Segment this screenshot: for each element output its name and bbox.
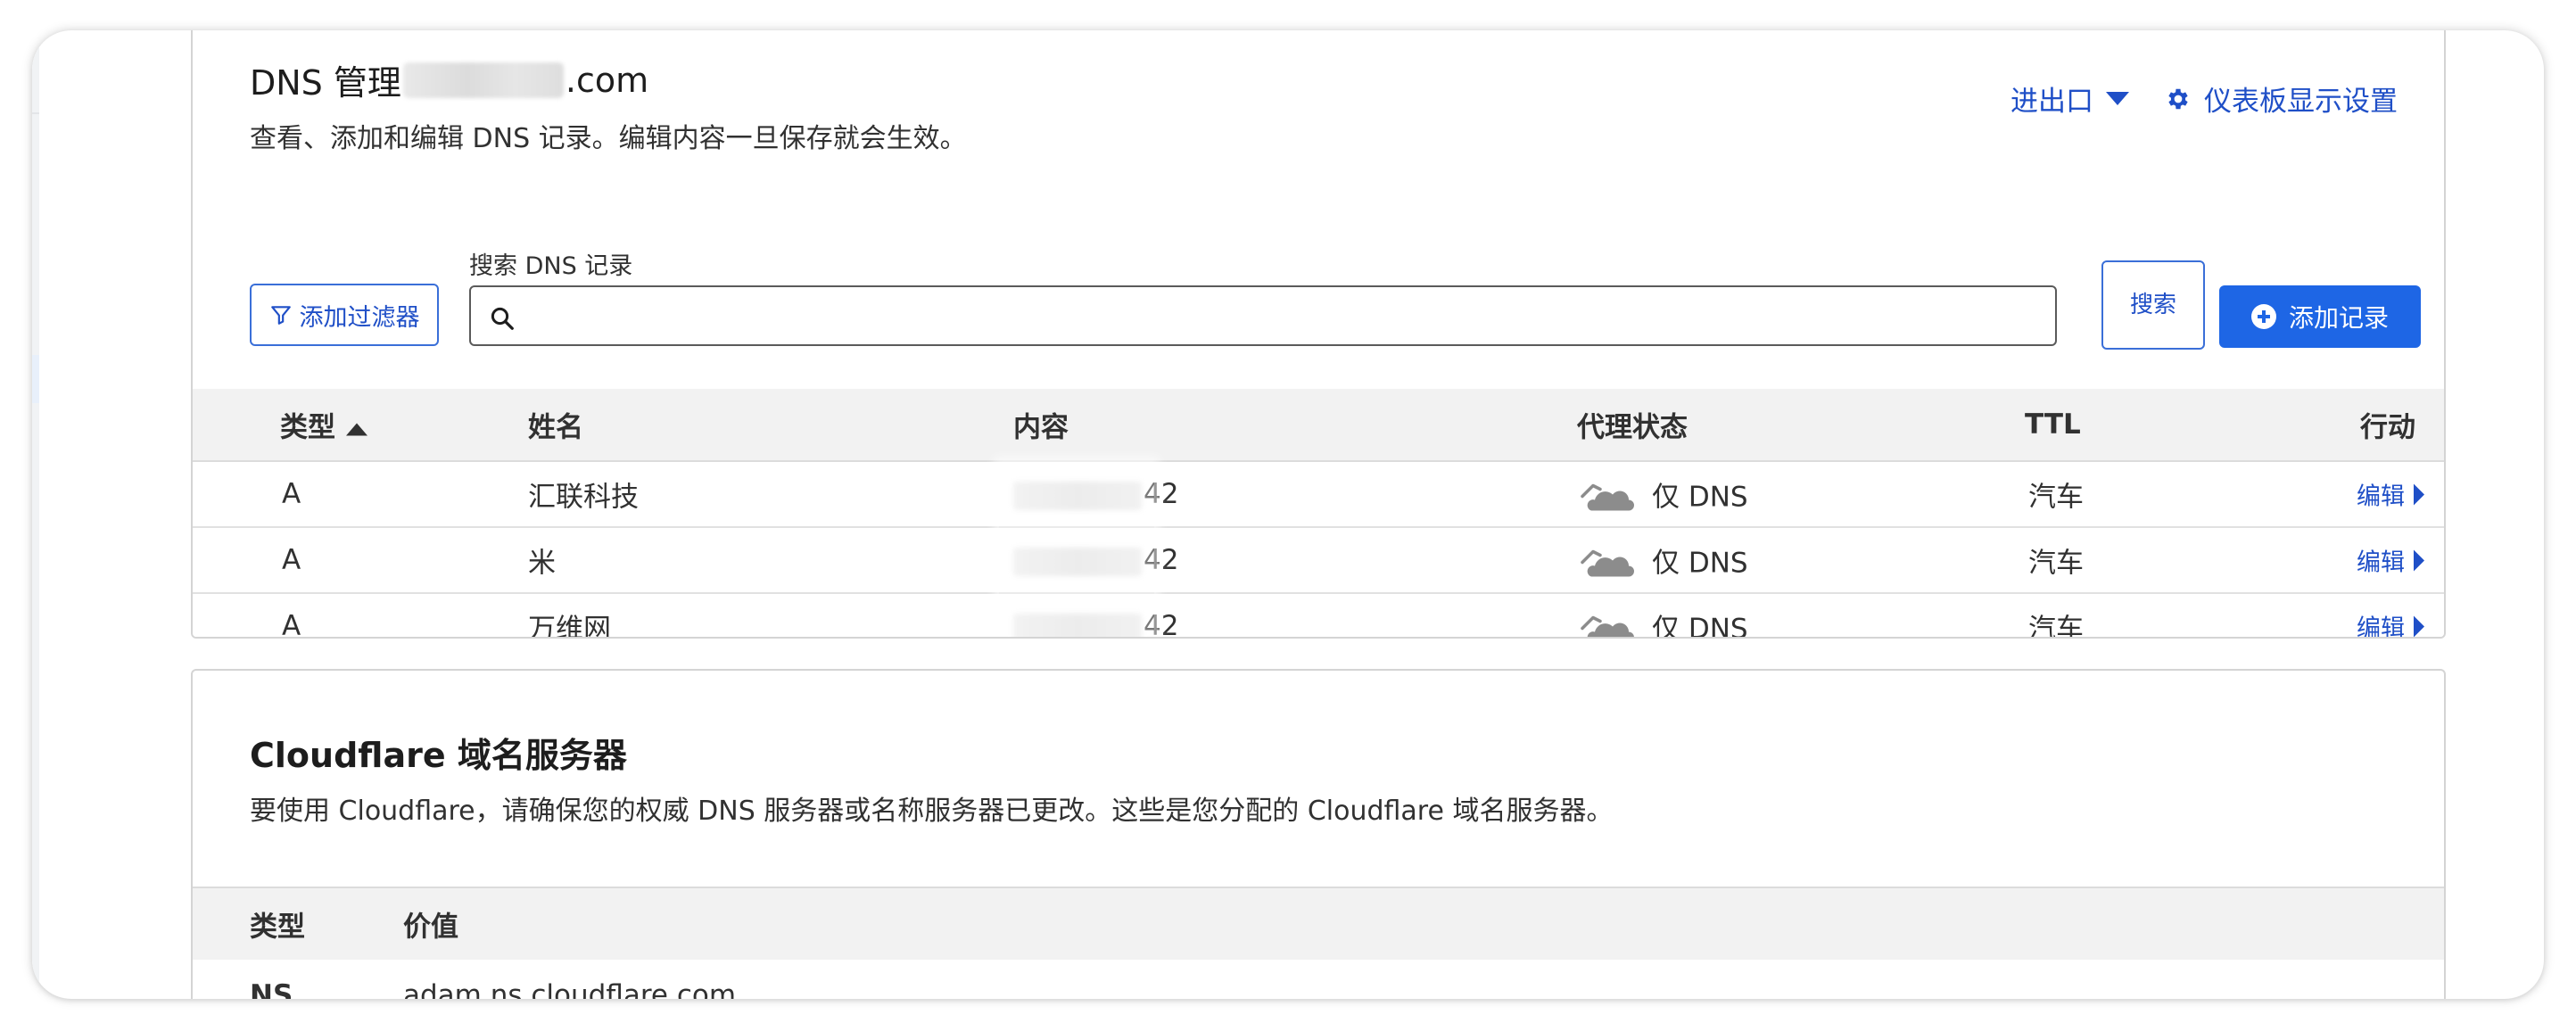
redacted-ip: [1013, 547, 1142, 576]
column-type-label: 类型: [280, 411, 335, 444]
nameservers-card: Cloudflare 域名服务器 要使用 Cloudflare，请确保您的权威 …: [191, 669, 2446, 999]
nameservers-title: Cloudflare 域名服务器: [250, 736, 627, 775]
sort-ascending-icon: [346, 423, 367, 435]
dns-only-cloud-icon: [1581, 483, 1634, 510]
title-prefix: DNS 管理: [250, 63, 401, 103]
search-button[interactable]: 搜索: [2101, 260, 2205, 350]
redacted-ip: [1013, 613, 1142, 637]
table-row: A 米 42 仅 DNS 汽车 编辑: [193, 528, 2444, 594]
column-proxy-status: 代理状态: [1577, 411, 1688, 444]
record-ttl: 汽车: [2028, 613, 2084, 639]
filter-icon: [270, 306, 291, 325]
search-input[interactable]: [528, 287, 2046, 344]
left-sidebar-edge: [32, 30, 39, 999]
caret-right-icon: [2414, 549, 2424, 571]
export-dropdown[interactable]: 进出口: [2010, 78, 2129, 119]
caret-right-icon: [2414, 615, 2424, 637]
table-row: NS adam.ns.cloudflare.com: [193, 960, 2444, 999]
search-icon: [491, 307, 514, 330]
search-label: 搜索 DNS 记录: [469, 252, 633, 280]
column-type[interactable]: 类型: [280, 405, 367, 445]
add-record-label: 添加记录: [2288, 303, 2389, 333]
record-type: A: [282, 478, 301, 510]
caret-down-icon: [2106, 92, 2129, 105]
dns-management-card: DNS 管理 .com 查看、添加和编辑 DNS 记录。编辑内容一旦保存就会生效…: [191, 30, 2446, 639]
edit-label: 编辑: [2357, 548, 2405, 577]
add-filter-button[interactable]: 添加过滤器: [250, 284, 439, 346]
edit-record-link[interactable]: 编辑: [2357, 477, 2424, 512]
dns-only-cloud-icon: [1581, 549, 1634, 576]
add-record-button[interactable]: 添加记录: [2219, 285, 2421, 348]
dashboard-settings-label: 仪表板显示设置: [2204, 86, 2398, 118]
column-content: 内容: [1013, 411, 1069, 444]
dashboard-settings-link[interactable]: 仪表板显示设置: [2165, 78, 2398, 119]
table-row: A 万维网 42 仅 DNS 汽车 编辑: [193, 594, 2444, 639]
proxy-status: 仅 DNS: [1579, 540, 1748, 581]
column-type: 类型: [250, 911, 305, 944]
search-field[interactable]: [469, 285, 2057, 346]
record-content-tail: 42: [1144, 610, 1179, 639]
record-type: A: [282, 544, 301, 576]
nameserver-type: NS: [250, 979, 293, 999]
record-ttl: 汽车: [2028, 547, 2084, 580]
record-content: 42: [1013, 478, 1178, 510]
column-value: 价值: [403, 911, 458, 944]
record-content: 42: [1013, 610, 1179, 639]
add-filter-label: 添加过滤器: [299, 303, 420, 332]
title-suffix: .com: [565, 60, 649, 100]
dns-description: 查看、添加和编辑 DNS 记录。编辑内容一旦保存就会生效。: [250, 123, 967, 154]
export-label: 进出口: [2010, 86, 2093, 118]
caret-right-icon: [2414, 483, 2424, 505]
proxy-status-label: 仅 DNS: [1652, 481, 1748, 514]
record-ttl: 汽车: [2028, 481, 2084, 514]
header-actions: 进出口 仪表板显示设置: [2010, 78, 2398, 119]
column-action: 行动: [2360, 411, 2415, 444]
record-name: 汇联科技: [528, 481, 639, 514]
proxy-status-label: 仅 DNS: [1652, 613, 1748, 639]
nameservers-table-header: 类型 价值: [193, 887, 2444, 960]
record-type: A: [282, 610, 301, 639]
record-name: 万维网: [528, 613, 611, 639]
table-header: 类型 姓名 内容 代理状态 TTL 行动: [193, 389, 2444, 462]
column-name: 姓名: [528, 411, 583, 444]
nameservers-description: 要使用 Cloudflare，请确保您的权威 DNS 服务器或名称服务器已更改。…: [250, 796, 1614, 827]
record-content: 42: [1013, 544, 1178, 576]
gear-icon: [2168, 88, 2188, 109]
nameserver-value[interactable]: adam.ns.cloudflare.com: [403, 979, 736, 999]
dns-only-cloud-icon: [1581, 615, 1634, 637]
redacted-ip: [1013, 481, 1142, 510]
sidebar-divider: [32, 112, 39, 114]
edit-record-link[interactable]: 编辑: [2357, 609, 2424, 639]
proxy-status: 仅 DNS: [1579, 474, 1748, 515]
record-name: 米: [528, 547, 556, 580]
redacted-domain: [402, 62, 564, 98]
table-body: A 汇联科技 42 仅 DNS 汽车 编辑 A 米 42 仅 DNS 汽车 编辑…: [193, 462, 2444, 639]
record-content-tail: 42: [1144, 478, 1179, 510]
page-title: DNS 管理 .com: [250, 55, 648, 104]
column-ttl: TTL: [2025, 408, 2081, 441]
record-content-tail: 42: [1144, 544, 1179, 576]
plus-circle-icon: [2250, 304, 2276, 329]
proxy-status-label: 仅 DNS: [1652, 547, 1748, 580]
edit-label: 编辑: [2357, 614, 2405, 639]
sidebar-active-item[interactable]: [32, 355, 39, 403]
edit-label: 编辑: [2357, 483, 2405, 511]
proxy-status: 仅 DNS: [1579, 606, 1748, 639]
dns-records-table: 类型 姓名 内容 代理状态 TTL 行动 A 汇联科技 42 仅 DNS 汽车 …: [193, 389, 2444, 639]
app-window: DNS 管理 .com 查看、添加和编辑 DNS 记录。编辑内容一旦保存就会生效…: [32, 30, 2544, 999]
table-row: A 汇联科技 42 仅 DNS 汽车 编辑: [193, 462, 2444, 528]
edit-record-link[interactable]: 编辑: [2357, 543, 2424, 578]
